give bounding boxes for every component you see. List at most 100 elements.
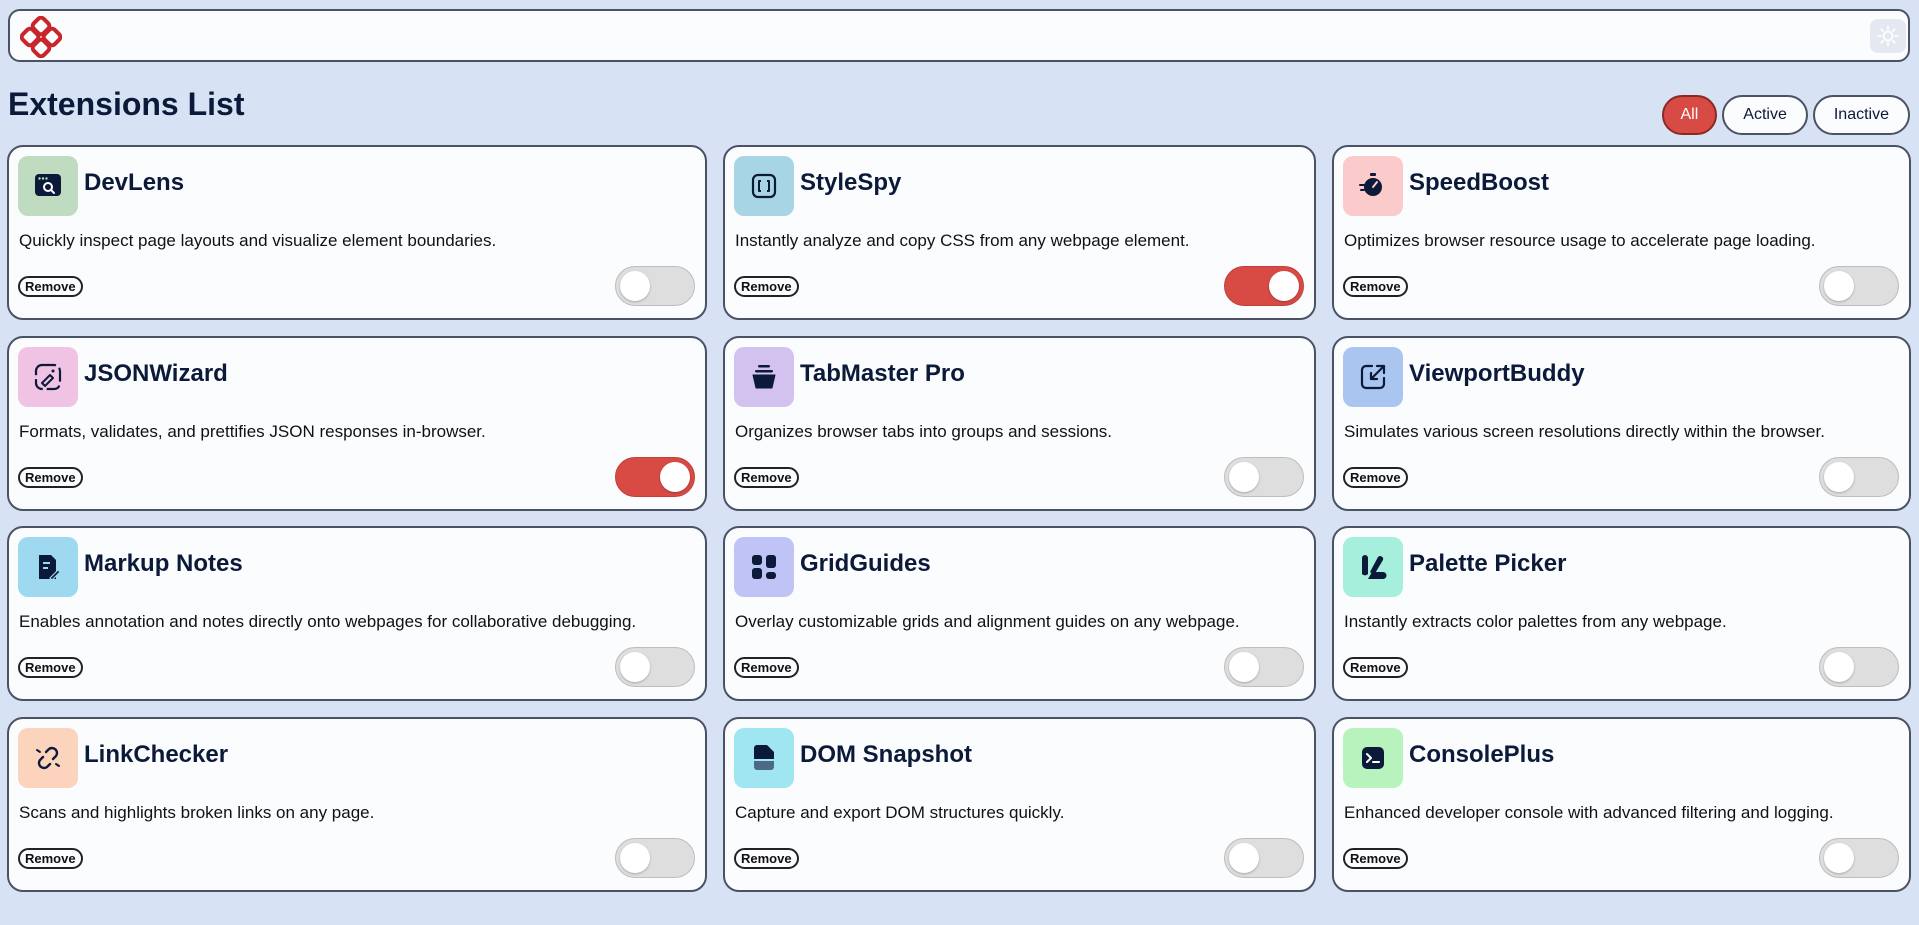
remove-button[interactable]: Remove: [734, 467, 799, 488]
toggle-knob: [1229, 652, 1259, 682]
extension-name: ViewportBuddy: [1409, 360, 1585, 387]
markupnotes-icon-tile: [18, 537, 78, 597]
speedboost-icon: [1359, 173, 1382, 196]
toggle-switch[interactable]: [1819, 457, 1899, 497]
toggle-switch[interactable]: [1224, 838, 1304, 878]
filter-group: All Active Inactive: [1661, 95, 1910, 135]
gridguides-icon: [752, 555, 776, 579]
toggle-switch[interactable]: [615, 457, 695, 497]
extension-card-speedboost: SpeedBoost Optimizes browser resource us…: [1332, 145, 1911, 320]
toggle-knob: [1824, 271, 1854, 301]
toggle-switch[interactable]: [1224, 457, 1304, 497]
toggle-knob: [1229, 462, 1259, 492]
linkchecker-icon-tile: [18, 728, 78, 788]
remove-button[interactable]: Remove: [1343, 276, 1408, 297]
sun-icon: [1877, 25, 1899, 47]
remove-button[interactable]: Remove: [734, 276, 799, 297]
extension-description: Scans and highlights broken links on any…: [19, 803, 375, 822]
stylespy-icon-tile: [734, 156, 794, 216]
toggle-switch[interactable]: [1224, 647, 1304, 687]
extension-card-linkchecker: LinkChecker Scans and highlights broken …: [7, 717, 707, 892]
toggle-switch[interactable]: [615, 647, 695, 687]
remove-button[interactable]: Remove: [18, 848, 83, 869]
extension-description: Simulates various screen resolutions dir…: [1344, 422, 1825, 441]
linkchecker-icon: [36, 746, 60, 770]
toggle-knob: [620, 271, 650, 301]
extension-name: GridGuides: [800, 550, 931, 577]
extension-card-markup-notes: Markup Notes Enables annotation and note…: [7, 526, 707, 701]
toggle-switch[interactable]: [615, 838, 695, 878]
remove-button[interactable]: Remove: [18, 657, 83, 678]
consoleplus-icon-tile: [1343, 728, 1403, 788]
extension-card-palette-picker: Palette Picker Instantly extracts color …: [1332, 526, 1911, 701]
gridguides-icon-tile: [734, 537, 794, 597]
extension-name: Markup Notes: [84, 550, 243, 577]
remove-button[interactable]: Remove: [1343, 657, 1408, 678]
extension-description: Quickly inspect page layouts and visuali…: [19, 231, 497, 250]
remove-button[interactable]: Remove: [734, 848, 799, 869]
extension-card-dom-snapshot: DOM Snapshot Capture and export DOM stru…: [723, 717, 1316, 892]
viewportbuddy-icon-tile: [1343, 347, 1403, 407]
toggle-knob: [660, 462, 690, 492]
domsnapshot-icon: [754, 745, 774, 770]
page-title: Extensions List: [8, 86, 245, 122]
extension-description: Enables annotation and notes directly on…: [19, 612, 637, 631]
extension-card-devlens: DevLens Quickly inspect page layouts and…: [7, 145, 707, 320]
extension-name: SpeedBoost: [1409, 169, 1550, 196]
remove-button[interactable]: Remove: [1343, 848, 1408, 869]
extension-description: Organizes browser tabs into groups and s…: [735, 422, 1113, 441]
extension-name: JSONWizard: [84, 360, 228, 387]
extension-card-viewportbuddy: ViewportBuddy Simulates various screen r…: [1332, 336, 1911, 511]
logo-icon[interactable]: [20, 16, 62, 58]
toggle-switch[interactable]: [615, 266, 695, 306]
extension-card-jsonwizard: JSONWizard Formats, validates, and prett…: [7, 336, 707, 511]
theme-toggle-button[interactable]: [1870, 19, 1906, 53]
extension-card-consoleplus: ConsolePlus Enhanced developer console w…: [1332, 717, 1911, 892]
toggle-switch[interactable]: [1819, 647, 1899, 687]
toggle-knob: [1229, 843, 1259, 873]
extension-name: ConsolePlus: [1409, 741, 1555, 768]
toggle-knob: [1824, 843, 1854, 873]
remove-button[interactable]: Remove: [734, 657, 799, 678]
filter-active-button[interactable]: Active: [1722, 95, 1808, 135]
extension-description: Enhanced developer console with advanced…: [1344, 803, 1834, 822]
extension-card-tabmaster-pro: TabMaster Pro Organizes browser tabs int…: [723, 336, 1316, 511]
extension-card-stylespy: StyleSpy Instantly analyze and copy CSS …: [723, 145, 1316, 320]
extension-card-gridguides: GridGuides Overlay customizable grids an…: [723, 526, 1316, 701]
extension-name: DevLens: [84, 169, 185, 196]
extension-description: Capture and export DOM structures quickl…: [735, 803, 1065, 822]
extension-description: Instantly analyze and copy CSS from any …: [735, 231, 1190, 250]
domsnapshot-icon-tile: [734, 728, 794, 788]
toggle-knob: [1269, 271, 1299, 301]
viewportbuddy-icon: [1360, 364, 1386, 390]
devlens-icon: [35, 174, 61, 196]
remove-button[interactable]: Remove: [18, 467, 83, 488]
toggle-knob: [620, 843, 650, 873]
toggle-switch[interactable]: [1819, 266, 1899, 306]
stylespy-icon: [751, 173, 777, 199]
remove-button[interactable]: Remove: [18, 276, 83, 297]
toggle-switch[interactable]: [1819, 838, 1899, 878]
speedboost-icon-tile: [1343, 156, 1403, 216]
extension-description: Instantly extracts color palettes from a…: [1344, 612, 1727, 631]
filter-inactive-button[interactable]: Inactive: [1812, 95, 1910, 135]
remove-button[interactable]: Remove: [1343, 467, 1408, 488]
filter-all-button[interactable]: All: [1661, 95, 1718, 135]
extension-description: Overlay customizable grids and alignment…: [735, 612, 1240, 631]
consoleplus-icon: [1362, 747, 1384, 769]
jsonwizard-icon: [34, 363, 62, 391]
markupnotes-icon: [39, 555, 61, 581]
palettepicker-icon: [1362, 555, 1387, 579]
extension-name: Palette Picker: [1409, 550, 1567, 577]
top-bar: [8, 9, 1910, 62]
tabmaster-icon: [752, 365, 776, 389]
extension-name: StyleSpy: [800, 169, 902, 196]
tabmaster-icon-tile: [734, 347, 794, 407]
toggle-knob: [1824, 462, 1854, 492]
jsonwizard-icon-tile: [18, 347, 78, 407]
toggle-knob: [620, 652, 650, 682]
palettepicker-icon-tile: [1343, 537, 1403, 597]
devlens-icon-tile: [18, 156, 78, 216]
toggle-switch[interactable]: [1224, 266, 1304, 306]
extension-name: LinkChecker: [84, 741, 229, 768]
